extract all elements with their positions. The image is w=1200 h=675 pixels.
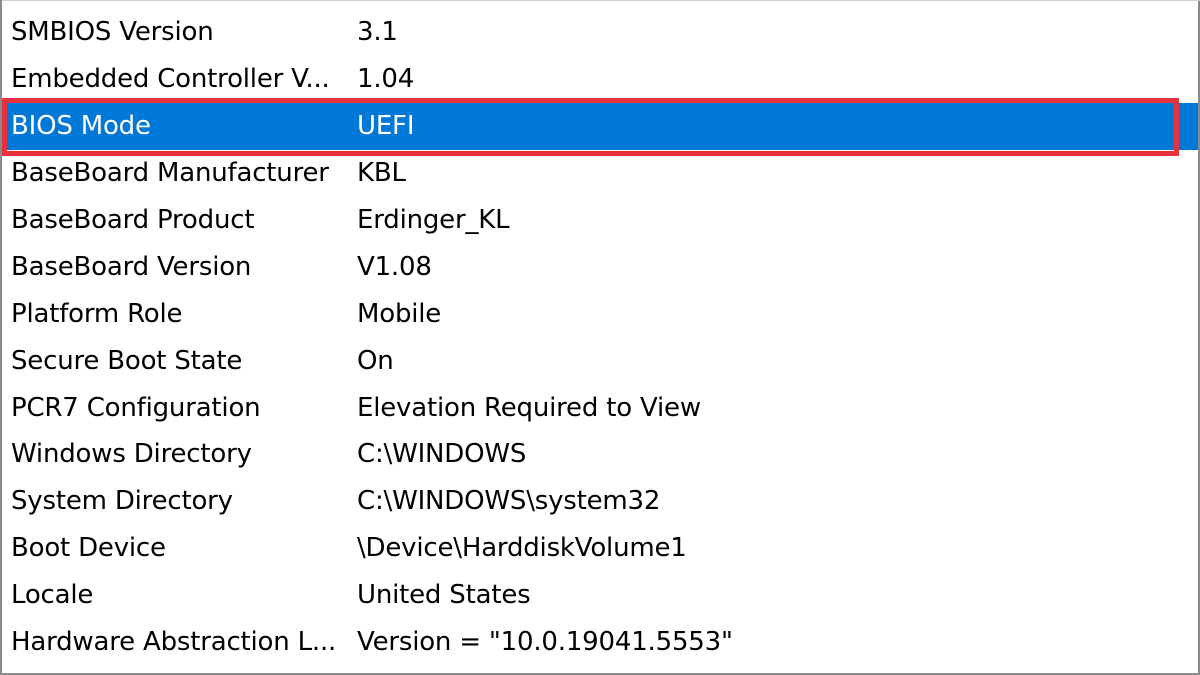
list-row-platform-role[interactable]: Platform Role Mobile: [2, 290, 1198, 337]
item-value: V1.08: [357, 251, 432, 282]
item-value: Elevation Required to View: [357, 392, 701, 423]
item-label: SMBIOS Version: [11, 17, 214, 48]
list-row-boot-device[interactable]: Boot Device \Device\HarddiskVolume1: [2, 525, 1198, 572]
item-label: BaseBoard Product: [11, 205, 255, 235]
list-row-baseboard-manufacturer[interactable]: BaseBoard Manufacturer KBL: [2, 150, 1198, 197]
item-label: System Directory: [11, 486, 233, 517]
system-summary-panel: SMBIOS Version 3.1 Embedded Controller V…: [0, 0, 1200, 675]
system-info-list[interactable]: SMBIOS Version 3.1 Embedded Controller V…: [2, 9, 1198, 665]
list-row-windows-directory[interactable]: Windows Directory C:\WINDOWS: [2, 431, 1198, 478]
item-label: Embedded Controller V...: [11, 64, 330, 95]
item-value: Erdinger_KL: [357, 205, 510, 235]
item-value: United States: [357, 580, 531, 611]
item-label: BaseBoard Manufacturer: [11, 158, 329, 189]
item-label: Windows Directory: [11, 439, 252, 470]
item-value: Mobile: [357, 298, 442, 329]
item-label: Secure Boot State: [11, 345, 243, 376]
item-label: BIOS Mode: [11, 111, 151, 142]
list-row-secure-boot-state[interactable]: Secure Boot State On: [2, 337, 1198, 384]
item-label: Boot Device: [11, 533, 166, 564]
item-label: BaseBoard Version: [11, 251, 252, 282]
item-value: UEFI: [357, 111, 415, 142]
list-row-bios-mode[interactable]: BIOS Mode UEFI: [2, 102, 1198, 150]
item-value: Version = "10.0.19041.5553": [357, 627, 733, 658]
list-row-pcr7-configuration[interactable]: PCR7 Configuration Elevation Required to…: [2, 384, 1198, 431]
list-row-embedded-controller-version[interactable]: Embedded Controller V... 1.04: [2, 56, 1198, 103]
list-row-system-directory[interactable]: System Directory C:\WINDOWS\system32: [2, 478, 1198, 525]
item-label: PCR7 Configuration: [11, 392, 261, 423]
list-top-edge: [2, 0, 1200, 1]
list-row-smbios-version[interactable]: SMBIOS Version 3.1: [2, 9, 1198, 56]
item-value: \Device\HarddiskVolume1: [357, 533, 687, 564]
list-row-baseboard-version[interactable]: BaseBoard Version V1.08: [2, 243, 1198, 290]
item-value: KBL: [357, 158, 406, 189]
item-value: 3.1: [357, 17, 398, 48]
item-value: C:\WINDOWS: [357, 439, 527, 470]
list-row-baseboard-product[interactable]: BaseBoard Product Erdinger_KL: [2, 197, 1198, 244]
item-value: 1.04: [357, 64, 415, 95]
item-label: Platform Role: [11, 298, 183, 329]
item-value: C:\WINDOWS\system32: [357, 486, 661, 517]
item-value: On: [357, 345, 394, 376]
item-label: Locale: [11, 580, 94, 611]
list-row-locale[interactable]: Locale United States: [2, 572, 1198, 619]
list-row-hardware-abstraction-layer[interactable]: Hardware Abstraction L... Version = "10.…: [2, 619, 1198, 666]
item-label: Hardware Abstraction L...: [11, 627, 337, 658]
